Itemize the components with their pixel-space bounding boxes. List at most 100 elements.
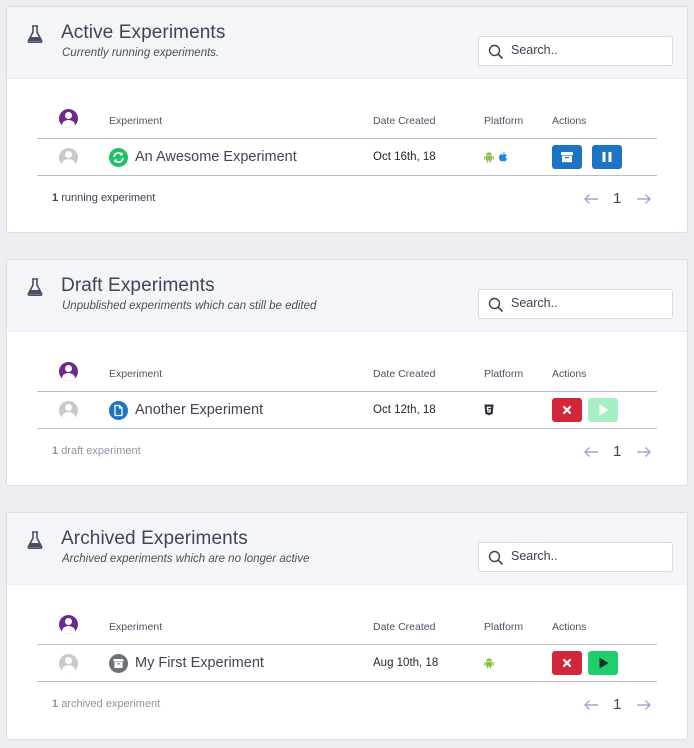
delete-button[interactable] bbox=[552, 651, 582, 675]
platform-icons bbox=[484, 657, 494, 669]
search-input[interactable] bbox=[511, 549, 666, 563]
column-experiment: Experiment bbox=[109, 115, 163, 127]
search-box[interactable] bbox=[478, 36, 673, 66]
date-created: Aug 10th, 18 bbox=[373, 657, 439, 669]
play-icon bbox=[599, 404, 609, 416]
table-header: Experiment Date Created Platform Actions bbox=[37, 609, 657, 645]
count-number: 1 bbox=[52, 192, 59, 204]
delete-icon bbox=[562, 405, 572, 415]
search-input[interactable] bbox=[511, 43, 666, 57]
column-date-created: Date Created bbox=[373, 115, 436, 127]
flask-icon bbox=[27, 25, 43, 43]
experiment-name[interactable]: An Awesome Experiment bbox=[135, 149, 297, 165]
android-icon bbox=[484, 152, 494, 163]
panel-header: Draft Experiments Unpublished experiment… bbox=[7, 260, 687, 332]
pagination: 1 bbox=[581, 190, 661, 210]
platform-icons bbox=[484, 151, 508, 163]
column-platform: Platform bbox=[484, 621, 524, 633]
active-experiments-panel: Active Experiments Currently running exp… bbox=[6, 6, 688, 233]
avatar bbox=[59, 654, 78, 673]
column-date-created: Date Created bbox=[373, 368, 436, 380]
search-box[interactable] bbox=[478, 542, 673, 572]
draft-experiments-panel: Draft Experiments Unpublished experiment… bbox=[6, 259, 688, 486]
count-number: 1 bbox=[52, 698, 59, 710]
document-icon bbox=[109, 401, 128, 420]
archive-box-icon bbox=[109, 654, 128, 673]
column-experiment: Experiment bbox=[109, 368, 163, 380]
panel-title: Active Experiments bbox=[61, 22, 226, 43]
count-label: draft experiment bbox=[61, 445, 141, 457]
column-platform: Platform bbox=[484, 368, 524, 380]
panel-header: Active Experiments Currently running exp… bbox=[7, 7, 687, 79]
platform-icons bbox=[484, 404, 494, 416]
panel-title: Draft Experiments bbox=[61, 275, 215, 296]
arrow-right-icon[interactable] bbox=[636, 699, 652, 711]
pause-button[interactable] bbox=[592, 145, 622, 169]
pause-icon bbox=[602, 152, 612, 162]
play-button[interactable] bbox=[588, 651, 618, 675]
apple-icon bbox=[499, 152, 508, 162]
html5-icon bbox=[484, 404, 494, 416]
search-input[interactable] bbox=[511, 296, 666, 310]
table-header: Experiment Date Created Platform Actions bbox=[37, 356, 657, 392]
experiment-name[interactable]: Another Experiment bbox=[135, 402, 263, 418]
archive-icon bbox=[561, 152, 573, 163]
panel-subtitle: Currently running experiments. bbox=[62, 47, 220, 59]
column-actions: Actions bbox=[552, 115, 587, 127]
refresh-icon bbox=[109, 148, 128, 167]
search-box[interactable] bbox=[478, 289, 673, 319]
count-number: 1 bbox=[52, 445, 59, 457]
play-button[interactable] bbox=[588, 398, 618, 422]
experiment-count: 1 running experiment bbox=[52, 192, 155, 204]
panel-title: Archived Experiments bbox=[61, 528, 248, 549]
date-created: Oct 16th, 18 bbox=[373, 151, 436, 163]
experiments-table: Experiment Date Created Platform Actions… bbox=[37, 356, 657, 429]
search-icon bbox=[488, 44, 504, 60]
column-actions: Actions bbox=[552, 621, 587, 633]
column-platform: Platform bbox=[484, 115, 524, 127]
column-actions: Actions bbox=[552, 368, 587, 380]
android-icon bbox=[484, 658, 494, 669]
user-avatar-icon bbox=[59, 109, 78, 128]
avatar bbox=[59, 148, 78, 167]
column-date-created: Date Created bbox=[373, 621, 436, 633]
table-row[interactable]: Another Experiment Oct 12th, 18 bbox=[37, 392, 657, 429]
experiments-table: Experiment Date Created Platform Actions… bbox=[37, 103, 657, 176]
flask-icon bbox=[27, 531, 43, 549]
user-avatar-icon bbox=[59, 362, 78, 381]
table-row[interactable]: My First Experiment Aug 10th, 18 bbox=[37, 645, 657, 682]
experiment-count: 1 draft experiment bbox=[52, 445, 141, 457]
arrow-left-icon[interactable] bbox=[583, 446, 599, 458]
experiments-table: Experiment Date Created Platform Actions… bbox=[37, 609, 657, 682]
page-number[interactable]: 1 bbox=[613, 190, 621, 207]
arrow-right-icon[interactable] bbox=[636, 193, 652, 205]
arrow-right-icon[interactable] bbox=[636, 446, 652, 458]
delete-icon bbox=[562, 658, 572, 668]
pagination: 1 bbox=[581, 443, 661, 463]
search-icon bbox=[488, 297, 504, 313]
page-number[interactable]: 1 bbox=[613, 696, 621, 713]
archived-experiments-panel: Archived Experiments Archived experiment… bbox=[6, 512, 688, 740]
panel-header: Archived Experiments Archived experiment… bbox=[7, 513, 687, 585]
panel-subtitle: Archived experiments which are no longer… bbox=[62, 553, 310, 565]
user-avatar-icon bbox=[59, 615, 78, 634]
archive-button[interactable] bbox=[552, 145, 582, 169]
table-header: Experiment Date Created Platform Actions bbox=[37, 103, 657, 139]
count-label: running experiment bbox=[61, 192, 156, 204]
search-icon bbox=[488, 550, 504, 566]
flask-icon bbox=[27, 278, 43, 296]
table-row[interactable]: An Awesome Experiment Oct 16th, 18 bbox=[37, 139, 657, 176]
experiment-count: 1 archived experiment bbox=[52, 698, 160, 710]
column-experiment: Experiment bbox=[109, 621, 163, 633]
count-label: archived experiment bbox=[61, 698, 161, 710]
play-icon bbox=[599, 657, 609, 669]
delete-button[interactable] bbox=[552, 398, 582, 422]
avatar bbox=[59, 401, 78, 420]
panel-subtitle: Unpublished experiments which can still … bbox=[62, 300, 317, 312]
experiment-name[interactable]: My First Experiment bbox=[135, 655, 264, 671]
date-created: Oct 12th, 18 bbox=[373, 404, 436, 416]
arrow-left-icon[interactable] bbox=[583, 193, 599, 205]
page-number[interactable]: 1 bbox=[613, 443, 621, 460]
pagination: 1 bbox=[581, 696, 661, 716]
arrow-left-icon[interactable] bbox=[583, 699, 599, 711]
